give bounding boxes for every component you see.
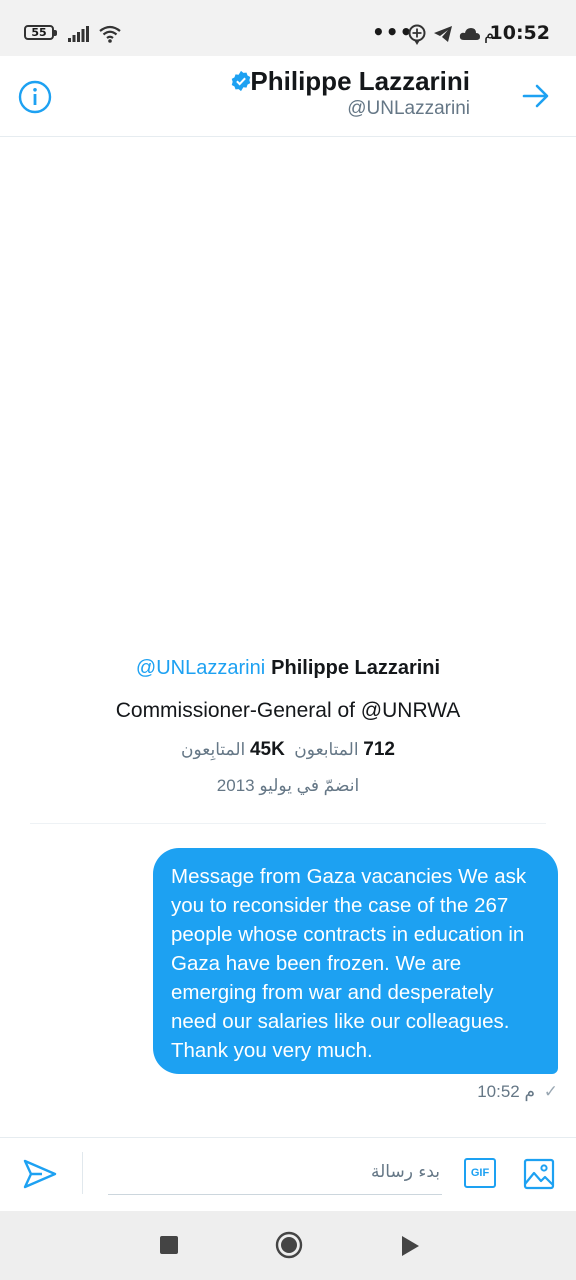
message-time: 10:52	[477, 1082, 520, 1101]
message-bubble[interactable]: Message from Gaza vacancies We ask you t…	[153, 848, 558, 1074]
message-ampm: م	[524, 1082, 536, 1101]
message-input[interactable]	[108, 1150, 442, 1195]
message-composer: GIF	[0, 1137, 576, 1212]
profile-joined: انضمّ في يوليو 2013	[216, 776, 360, 795]
battery-level: 55	[31, 26, 47, 39]
header-handle: @UNLazzarini	[347, 98, 470, 119]
profile-bio: Commissioner-General of @UNRWA	[115, 699, 461, 722]
divider	[30, 823, 546, 824]
status-time: 10:52	[489, 22, 550, 44]
back-icon[interactable]	[400, 1235, 420, 1257]
cloud-icon	[459, 28, 480, 40]
battery-icon: 55	[24, 25, 57, 40]
recents-icon[interactable]	[160, 1236, 178, 1254]
conversation-header: Philippe Lazzarini @UNLazzarini	[0, 56, 576, 137]
gif-icon[interactable]: GIF	[464, 1158, 496, 1188]
composer-separator	[82, 1152, 83, 1194]
header-name: Philippe Lazzarini	[250, 66, 470, 96]
telegram-icon	[434, 26, 452, 42]
profile-handle[interactable]: @UNLazzarini	[136, 657, 265, 679]
location-icon	[408, 24, 426, 45]
arrow-right-icon[interactable]	[520, 80, 552, 112]
followers-label: المتابِعون	[181, 740, 246, 759]
status-bar: 55 ••• م 10:52	[0, 0, 576, 56]
wifi-icon	[99, 25, 121, 43]
profile-name[interactable]: Philippe Lazzarini	[271, 657, 440, 679]
profile-title-line: @UNLazzarini Philippe Lazzarini	[0, 657, 576, 680]
home-icon[interactable]	[275, 1231, 303, 1259]
verified-badge-icon	[231, 70, 251, 92]
followers-count: 45K	[249, 739, 285, 760]
following-label: المتابعون	[294, 740, 359, 759]
send-icon[interactable]	[22, 1158, 58, 1190]
profile-stats: 712 المتابعون 45K المتابِعون	[0, 739, 576, 761]
signal-icon	[68, 26, 89, 42]
image-icon[interactable]	[523, 1158, 555, 1190]
info-icon[interactable]	[18, 80, 52, 114]
following-count: 712	[363, 739, 395, 760]
check-icon: ✓	[543, 1082, 558, 1101]
system-navigation-bar	[0, 1211, 576, 1280]
message-timestamp: 10:52 م ✓	[477, 1082, 558, 1102]
